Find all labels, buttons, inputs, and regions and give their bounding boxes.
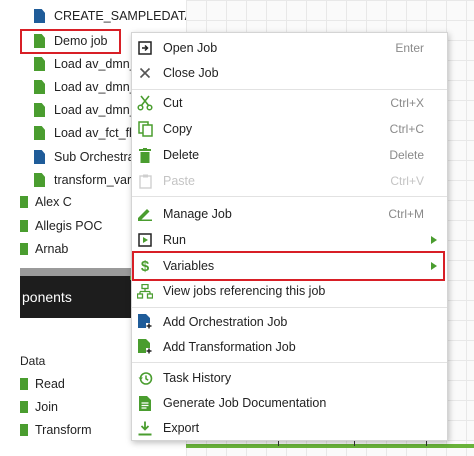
transformation-job-icon xyxy=(34,80,45,94)
components-section-data: Data xyxy=(20,354,46,368)
menu-separator xyxy=(132,362,447,363)
menu-separator xyxy=(132,196,447,197)
close-icon xyxy=(137,65,153,81)
open-job-icon xyxy=(137,40,153,56)
tree-item-load-av-dmn-dat[interactable]: Load av_dmn_dat xyxy=(34,100,132,120)
folder-arnab[interactable]: Arnab xyxy=(20,239,132,259)
add-orchestration-icon xyxy=(137,314,153,330)
menu-view-jobs-referencing[interactable]: View jobs referencing this job xyxy=(132,279,447,303)
menu-separator xyxy=(132,307,447,308)
orchestration-job-icon xyxy=(34,9,45,23)
add-transformation-icon xyxy=(137,339,153,355)
menu-export[interactable]: Export xyxy=(132,416,447,440)
document-icon xyxy=(137,395,153,411)
trash-icon xyxy=(137,147,153,163)
submenu-arrow-icon xyxy=(431,262,437,270)
transformation-job-icon xyxy=(34,34,45,48)
copy-icon xyxy=(137,121,153,137)
dollar-icon: $ xyxy=(140,257,150,275)
tree-item-sub-orchestration[interactable]: Sub Orchestration xyxy=(34,147,132,167)
hierarchy-icon xyxy=(137,283,153,299)
menu-generate-job-documentation[interactable]: Generate Job Documentation xyxy=(132,391,447,415)
tree-item-load-av-fct-fligh[interactable]: Load av_fct_fligh xyxy=(34,123,132,143)
component-read[interactable]: Read xyxy=(20,374,132,394)
component-join[interactable]: Join xyxy=(20,397,132,417)
menu-separator xyxy=(132,89,447,90)
tree-item-load-av-dmn-air-1[interactable]: Load av_dmn_air xyxy=(34,54,132,74)
menu-delete[interactable]: Delete Delete xyxy=(132,143,447,167)
folder-allegis-poc[interactable]: Allegis POC xyxy=(20,216,132,236)
component-group-icon xyxy=(20,378,28,390)
run-icon xyxy=(137,232,153,248)
tree-item-demo-job[interactable]: Demo job xyxy=(34,31,119,51)
component-transform[interactable]: Transform xyxy=(20,420,132,440)
scissors-icon xyxy=(137,95,153,111)
folder-icon xyxy=(20,243,28,255)
context-menu: Open Job Enter Close Job Cut Ctrl+X Copy… xyxy=(131,32,448,441)
menu-task-history[interactable]: Task History xyxy=(132,366,447,390)
tree-item-transform-variab[interactable]: transform_variab xyxy=(34,170,132,190)
menu-open-job[interactable]: Open Job Enter xyxy=(132,36,447,60)
folder-icon xyxy=(20,220,28,232)
submenu-arrow-icon xyxy=(431,236,437,244)
menu-copy[interactable]: Copy Ctrl+C xyxy=(132,117,447,141)
menu-run[interactable]: Run xyxy=(132,228,447,252)
folder-icon xyxy=(20,196,28,208)
transformation-job-icon xyxy=(34,126,45,140)
transformation-job-icon xyxy=(34,57,45,71)
menu-close-job[interactable]: Close Job xyxy=(132,61,447,85)
history-icon xyxy=(137,370,153,386)
component-group-icon xyxy=(20,401,28,413)
component-group-icon xyxy=(20,424,28,436)
menu-add-transformation-job[interactable]: Add Transformation Job xyxy=(132,335,447,359)
folder-alex-c[interactable]: Alex C xyxy=(20,192,132,212)
orchestration-job-icon xyxy=(34,150,45,164)
menu-add-orchestration-job[interactable]: Add Orchestration Job xyxy=(132,310,447,334)
tree-item-create-sampledata[interactable]: CREATE_SAMPLEDATA_TABLE xyxy=(34,6,186,26)
pencil-icon xyxy=(137,206,153,222)
transformation-job-icon xyxy=(34,103,45,117)
menu-manage-job[interactable]: Manage Job Ctrl+M xyxy=(132,202,447,226)
export-icon xyxy=(137,420,153,436)
menu-cut[interactable]: Cut Ctrl+X xyxy=(132,91,447,115)
tree-item-load-av-dmn-air-2[interactable]: Load av_dmn_air xyxy=(34,77,132,97)
transformation-job-icon xyxy=(34,173,45,187)
paste-icon xyxy=(137,173,153,189)
menu-variables[interactable]: $ Variables xyxy=(132,254,447,278)
menu-paste[interactable]: Paste Ctrl+V xyxy=(132,169,447,193)
